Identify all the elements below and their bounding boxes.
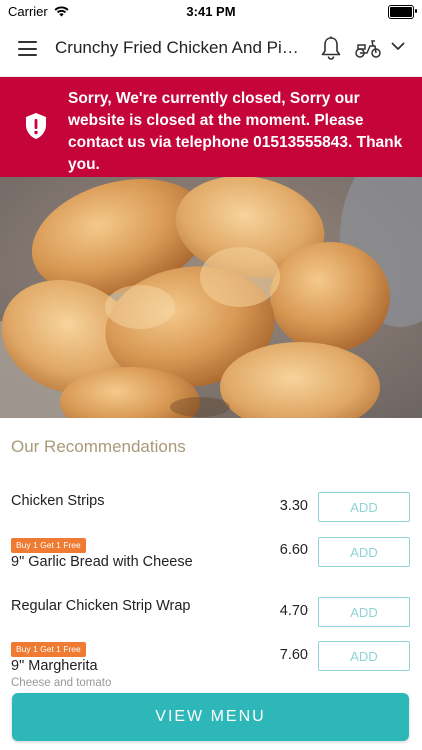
menu-item-price: 6.60	[279, 542, 308, 558]
menu-item-name: Regular Chicken Strip Wrap	[11, 598, 191, 614]
restaurant-title: Crunchy Fried Chicken And Pizza	[55, 38, 300, 57]
menu-item-name: 9" Margherita	[11, 658, 98, 674]
menu-icon[interactable]	[18, 41, 37, 56]
scooter-icon[interactable]	[354, 37, 382, 59]
recommendations-title: Our Recommendations	[11, 437, 186, 456]
battery-icon	[388, 5, 417, 19]
app-screen: Carrier 3:41 PM Crunchy Fried Chicken An…	[0, 0, 422, 750]
chevron-down-icon[interactable]	[391, 42, 405, 51]
add-button[interactable]: ADD	[318, 641, 410, 671]
menu-item-price: 4.70	[279, 603, 308, 619]
view-menu-button[interactable]: VIEW MENU	[12, 693, 409, 741]
bell-icon[interactable]	[320, 36, 342, 60]
menu-item-price: 7.60	[279, 647, 308, 663]
app-header: Crunchy Fried Chicken And Pizza	[0, 22, 422, 77]
hero-food-image	[0, 177, 422, 418]
promo-badge: Buy 1 Get 1 Free	[11, 538, 86, 553]
status-right	[388, 5, 417, 19]
add-button[interactable]: ADD	[318, 537, 410, 567]
closed-message: Sorry, We're currently closed, Sorry our…	[68, 90, 403, 173]
status-bar: Carrier 3:41 PM	[0, 0, 422, 22]
add-button[interactable]: ADD	[318, 492, 410, 522]
add-button[interactable]: ADD	[318, 597, 410, 627]
menu-item-price: 3.30	[279, 498, 308, 514]
promo-badge: Buy 1 Get 1 Free	[11, 642, 86, 657]
status-time: 3:41 PM	[186, 4, 236, 19]
shield-alert-icon	[26, 113, 46, 139]
menu-item-name: 9" Garlic Bread with Cheese	[11, 554, 193, 570]
menu-item-name: Chicken Strips	[11, 493, 105, 509]
closed-banner: Sorry, We're currently closed, Sorry our…	[0, 77, 422, 177]
